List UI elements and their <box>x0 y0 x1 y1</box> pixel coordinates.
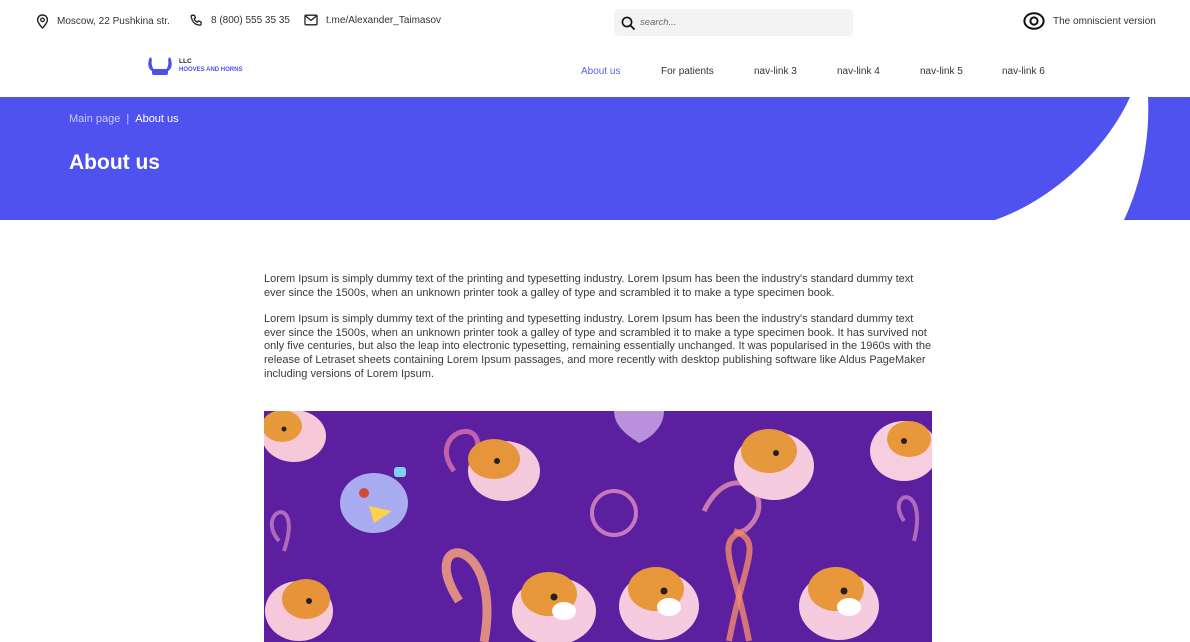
paragraph-2: Lorem Ipsum is simply dummy text of the … <box>264 313 932 380</box>
hamster-pattern-image <box>264 411 932 642</box>
search-input[interactable] <box>640 17 840 28</box>
nav-link-6[interactable]: nav-link 6 <box>1002 66 1045 77</box>
paragraph-1: Lorem Ipsum is simply dummy text of the … <box>264 273 914 299</box>
location-pin-icon <box>36 14 49 29</box>
logo[interactable]: LLC HOOVES AND HORNS <box>147 55 242 77</box>
nav-link-for-patients[interactable]: For patients <box>661 66 714 77</box>
breadcrumb-separator: | <box>126 113 130 125</box>
address-text: Moscow, 22 Pushkina str. <box>57 16 170 27</box>
horns-icon <box>148 57 172 75</box>
top-bar: Moscow, 22 Pushkina str. 8 (800) 555 35 … <box>0 0 1190 44</box>
breadcrumb: Main page | About us <box>69 113 179 125</box>
page-hero: Main page | About us About us <box>0 97 1190 220</box>
phone-icon <box>190 14 202 26</box>
main-content: Lorem Ipsum is simply dummy text of the … <box>264 273 932 394</box>
breadcrumb-home[interactable]: Main page <box>69 113 120 125</box>
nav-link-4[interactable]: nav-link 4 <box>837 66 880 77</box>
mail-icon <box>304 14 318 26</box>
telegram-text: t.me/Alexander_Taimasov <box>326 14 442 26</box>
phone-text: 8 (800) 555 35 35 <box>211 15 290 26</box>
address-contact: Moscow, 22 Pushkina str. <box>36 14 170 29</box>
logo-line-1: LLC <box>179 58 192 65</box>
telegram-contact[interactable]: t.me/Alexander_Taimasov <box>304 14 441 26</box>
nav-link-3[interactable]: nav-link 3 <box>754 66 797 77</box>
nav-link-5[interactable]: nav-link 5 <box>920 66 963 77</box>
search-box[interactable] <box>614 9 853 36</box>
logo-line-2: HOOVES AND HORNS <box>179 67 243 73</box>
page-title: About us <box>69 151 160 174</box>
breadcrumb-current: About us <box>135 113 179 125</box>
visually-impaired-link[interactable]: The omniscient version <box>1023 12 1156 30</box>
logo-text: LLC HOOVES AND HORNS <box>179 57 242 75</box>
visually-impaired-label: The omniscient version <box>1053 15 1156 27</box>
eye-icon <box>1023 12 1045 30</box>
phone-contact[interactable]: 8 (800) 555 35 35 <box>190 14 290 27</box>
nav-link-about-us[interactable]: About us <box>581 66 620 77</box>
main-navigation-bar: LLC HOOVES AND HORNS About us For patien… <box>0 44 1190 97</box>
search-icon <box>621 16 635 30</box>
